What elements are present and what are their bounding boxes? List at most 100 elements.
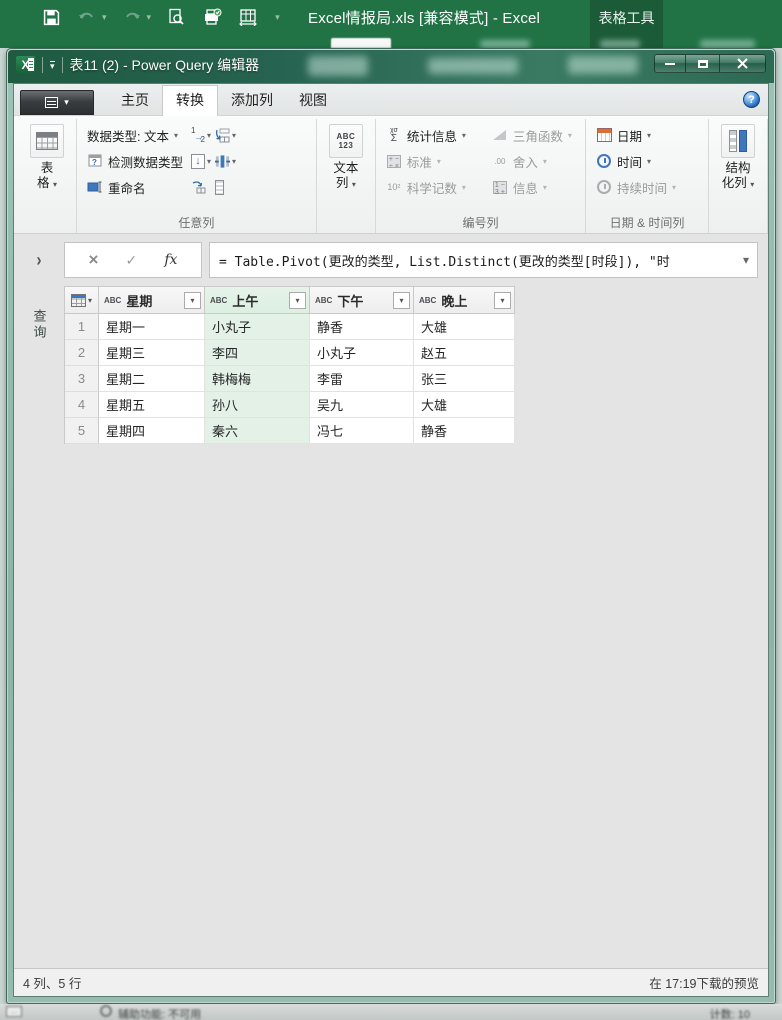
tab-view[interactable]: 视图	[286, 86, 340, 115]
unpivot-columns-button[interactable]: ▾	[213, 126, 237, 145]
commit-icon[interactable]: ✓	[126, 252, 138, 269]
grid-row: 2 星期三 李四 小丸子 赵五	[65, 340, 515, 366]
qat-customize-dropdown-icon[interactable]: ▾	[275, 12, 280, 23]
save-icon[interactable]	[40, 6, 62, 28]
row-number[interactable]: 3	[65, 366, 99, 392]
tab-home[interactable]: 主页	[108, 86, 162, 115]
status-dimensions: 4 列、5 行	[23, 973, 81, 992]
grid-cell[interactable]: 星期一	[99, 314, 205, 340]
move-icon	[191, 180, 206, 195]
grid-cell[interactable]: 大雄	[414, 392, 515, 418]
grid-cell[interactable]: 张三	[414, 366, 515, 392]
row-number[interactable]: 2	[65, 340, 99, 366]
grid-cell[interactable]: 静香	[414, 418, 515, 444]
row-number[interactable]: 1	[65, 314, 99, 340]
formula-input[interactable]: = Table.Pivot(更改的类型, List.Distinct(更改的类型…	[209, 242, 758, 278]
filter-dropdown-button[interactable]: ▾	[184, 292, 201, 309]
rounding-icon: .00	[492, 153, 508, 169]
print-preview-icon[interactable]	[165, 6, 187, 28]
filter-dropdown-button[interactable]: ▾	[393, 292, 410, 309]
help-icon: ?	[748, 94, 755, 106]
scientific-icon: 10²	[386, 179, 402, 195]
row-number[interactable]: 4	[65, 392, 99, 418]
close-button[interactable]	[720, 54, 766, 73]
grid-cell[interactable]: 星期四	[99, 418, 205, 444]
row-number[interactable]: 5	[65, 418, 99, 444]
background-blob	[700, 40, 755, 48]
replace-values-button[interactable]: 1 → 2 ▾	[189, 126, 213, 144]
rounding-button[interactable]: .00 舍入 ▾	[488, 148, 576, 174]
grid-cell[interactable]: 星期五	[99, 392, 205, 418]
duration-button[interactable]: 持续时间 ▾	[592, 174, 702, 200]
grid-row: 4 星期五 孙八 吴九 大雄	[65, 392, 515, 418]
statistics-button[interactable]: χσΣ 统计信息 ▾	[382, 122, 488, 148]
grid-cell[interactable]: 大雄	[414, 314, 515, 340]
pq-titlebar[interactable]: X ▾ 表11 (2) - Power Query 编辑器	[8, 50, 774, 83]
print-icon[interactable]	[201, 6, 223, 28]
fx-icon[interactable]: fx	[164, 252, 177, 268]
expand-queries-pane-button[interactable]: ›	[37, 250, 42, 271]
column-header-morning[interactable]: ABC 上午 ▾	[205, 287, 310, 314]
rename-button[interactable]: 重命名	[83, 174, 187, 200]
cancel-icon[interactable]: ×	[89, 250, 99, 270]
grid-cell[interactable]: 赵五	[414, 340, 515, 366]
column-header-evening[interactable]: ABC 晚上 ▾	[414, 287, 515, 314]
fill-button[interactable]: ↓ ▾	[189, 152, 213, 171]
convert-to-list-button[interactable]	[213, 178, 237, 197]
maximize-button[interactable]	[686, 54, 720, 73]
tab-add-column[interactable]: 添加列	[218, 86, 286, 115]
redo-icon	[121, 6, 143, 28]
glass-blob	[428, 58, 518, 74]
pivot-column-icon	[215, 154, 230, 169]
move-button[interactable]	[189, 178, 213, 197]
trigonometry-button[interactable]: 三角函数 ▾	[488, 122, 576, 148]
grid-cell[interactable]: 孙八	[205, 392, 310, 418]
text-type-icon: ABC	[419, 296, 436, 305]
tab-transform[interactable]: 转换	[162, 85, 218, 116]
background-blob	[600, 40, 640, 48]
list-icon	[215, 180, 224, 195]
filter-dropdown-button[interactable]: ▾	[494, 292, 511, 309]
grid-cell[interactable]: 小丸子	[310, 340, 414, 366]
help-button[interactable]: ?	[743, 91, 760, 108]
text-column-group-button[interactable]: ABC 123 文本 列 ▾	[323, 122, 369, 192]
minimize-button[interactable]	[654, 54, 686, 73]
grid-cell[interactable]: 小丸子	[205, 314, 310, 340]
ribbon-tab-row: ▾ 主页 转换 添加列 视图 ?	[14, 84, 768, 116]
grid-cell[interactable]: 李雷	[310, 366, 414, 392]
titlebar-dropdown-icon[interactable]: ▾	[50, 61, 55, 70]
queries-pane-label[interactable]: 查询	[30, 309, 49, 341]
column-header-afternoon[interactable]: ABC 下午 ▾	[310, 287, 414, 314]
filter-dropdown-button[interactable]: ▾	[289, 292, 306, 309]
structured-column-group-button[interactable]: 结构 化列 ▾	[715, 122, 761, 192]
grid-cell[interactable]: 李四	[205, 340, 310, 366]
scientific-button[interactable]: 10² 科学记数 ▾	[382, 174, 488, 200]
date-button[interactable]: 日期 ▾	[592, 122, 702, 148]
excel-window-title: Excel情报局.xls [兼容模式] - Excel	[308, 7, 540, 28]
grid-corner-cell[interactable]: ▾	[65, 287, 99, 314]
column-width-icon[interactable]	[237, 6, 259, 28]
column-header-weekday[interactable]: ABC 星期 ▾	[99, 287, 205, 314]
grid-cell[interactable]: 星期二	[99, 366, 205, 392]
grid-cell[interactable]: 静香	[310, 314, 414, 340]
formula-expand-icon[interactable]: ▾	[743, 253, 749, 267]
grid-cell[interactable]: 冯七	[310, 418, 414, 444]
file-menu-button[interactable]: ▾	[20, 90, 94, 115]
standard-button[interactable]: +−÷× 标准 ▾	[382, 148, 488, 174]
data-type-button[interactable]: 数据类型: 文本 ▾	[83, 122, 187, 148]
table-group-button[interactable]: 表 格 ▾	[24, 122, 70, 192]
grid-cell[interactable]: 吴九	[310, 392, 414, 418]
ribbon-group-structured-column: 结构 化列 ▾	[709, 119, 768, 233]
time-button[interactable]: 时间 ▾	[592, 148, 702, 174]
grid-cell[interactable]: 星期三	[99, 340, 205, 366]
preview-grid: ▾ ABC 星期 ▾ ABC 上午 ▾ ABC	[64, 286, 515, 444]
pivot-column-button[interactable]: ▾	[213, 152, 237, 171]
information-button[interactable]: 1−3+ 信息 ▾	[488, 174, 576, 200]
date-icon	[596, 127, 612, 143]
detect-data-type-button[interactable]: ? 检测数据类型	[83, 148, 187, 174]
grid-cell[interactable]: 秦六	[205, 418, 310, 444]
table-corner-icon	[71, 294, 86, 307]
grid-cell[interactable]: 韩梅梅	[205, 366, 310, 392]
pq-status-bar: 4 列、5 行 在 17:19下载的预览	[14, 968, 768, 996]
separator	[42, 57, 43, 73]
